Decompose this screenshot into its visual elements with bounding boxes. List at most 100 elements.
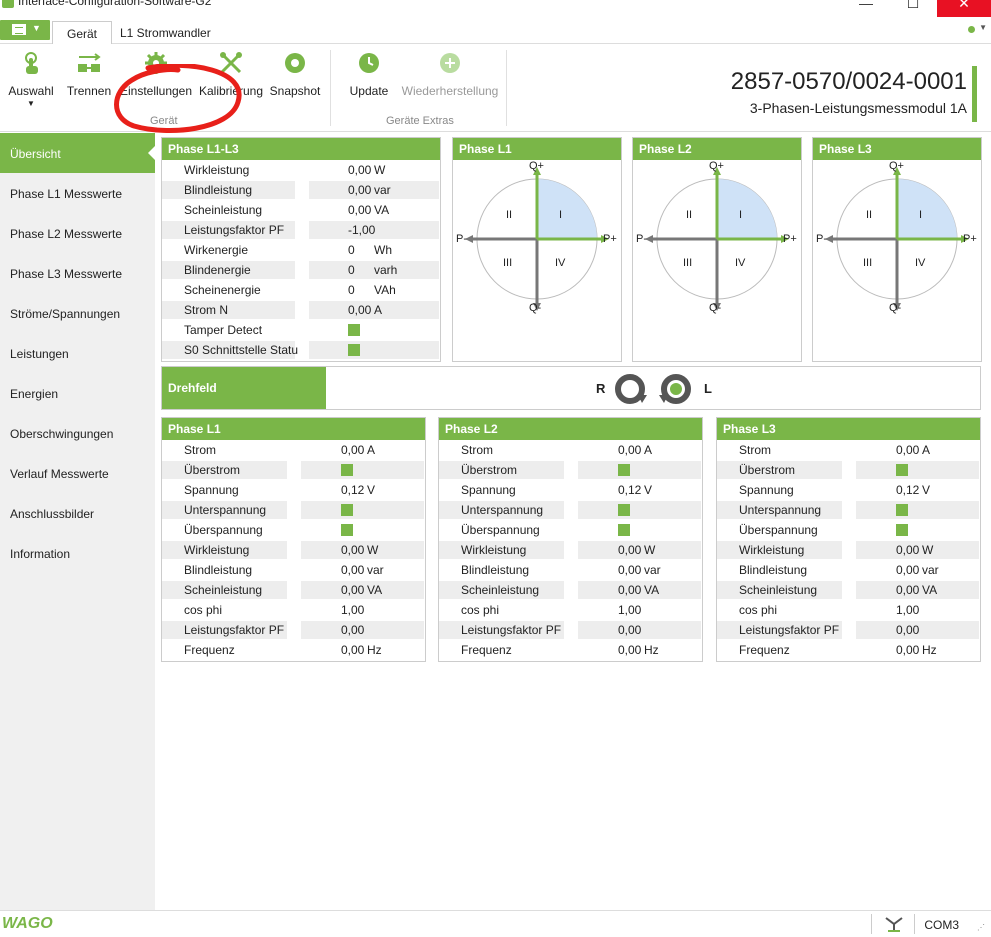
phase-row-unit: Hz [367, 643, 382, 657]
phase-row-label: cos phi [184, 603, 223, 617]
phase-row-value: 0,00 [341, 543, 365, 557]
sidebar-item-phase-l1-messwerte[interactable]: Phase L1 Messwerte [0, 173, 155, 213]
phase-detail-panel: Phase L1 Strom 0,00 A Überstrom Spannung 0,12 V… [161, 417, 426, 662]
summary-row-value: 0,00 [348, 303, 372, 317]
phase-row: Frequenz 0,00 Hz [162, 640, 425, 660]
close-button[interactable]: ✕ [937, 0, 991, 17]
value-background [856, 501, 979, 519]
summary-row-value: -1,00 [348, 223, 376, 237]
sidebar-item-phase-l2-messwerte[interactable]: Phase L2 Messwerte [0, 213, 155, 253]
phase-row-value: 0,00 [618, 443, 642, 457]
phase-row-label: Unterspannung [739, 503, 822, 517]
phase-row-unit: A [922, 443, 931, 457]
group-label-geraet: Gerät [150, 115, 178, 127]
phase-row: Überspannung [439, 520, 702, 540]
phase-row-unit: V [922, 483, 931, 497]
update-button[interactable]: Update [344, 50, 394, 98]
status-separator [871, 914, 872, 934]
phase-row: Spannung 0,12 V [439, 480, 702, 500]
quadrant-panel: Phase L3 Q+ Q- P- P+ II I III IV [812, 137, 982, 362]
snapshot-label: Snapshot [269, 84, 321, 98]
quadrant-iii-label: III [683, 257, 693, 269]
phase-row: Leistungsfaktor PF 0,00 [439, 620, 702, 640]
status-indicator [341, 524, 353, 536]
trennen-button[interactable]: Trennen [64, 50, 114, 98]
ribbon-collapse-icon[interactable]: ▼ [979, 23, 987, 32]
sidebar-item-oberschwingungen[interactable]: Oberschwingungen [0, 413, 155, 453]
phase-row-value: 0,12 [618, 483, 642, 497]
quadrant-iv-label: IV [735, 257, 746, 269]
sidebar-item-information[interactable]: Information [0, 533, 155, 573]
phase-row: Blindleistung 0,00 var [717, 560, 980, 580]
summary-row-label: Scheinenergie [184, 283, 261, 297]
sidebar-item-phase-l3-messwerte[interactable]: Phase L3 Messwerte [0, 253, 155, 293]
kalibrierung-button[interactable]: Kalibrierung [198, 50, 264, 98]
p-minus-label: P- [456, 233, 467, 245]
phase-row-value: 1,00 [341, 603, 365, 617]
summary-row-label: S0 Schnittstelle Statu [184, 343, 299, 357]
p-minus-label: P- [636, 233, 647, 245]
phase-row-value: 0,00 [341, 583, 365, 597]
sidebar-item-anschlussbilder[interactable]: Anschlussbilder [0, 493, 155, 533]
minimize-button[interactable]: — [843, 0, 889, 17]
q-minus-label: Q- [709, 302, 722, 314]
phase-row-unit: Hz [644, 643, 659, 657]
phase-row-value: 0,00 [341, 623, 365, 637]
wiederherstellung-button[interactable]: Wiederherstellung [400, 50, 500, 98]
usb-connection-icon [885, 917, 903, 932]
trennen-label: Trennen [66, 84, 112, 98]
sidebar-item-leistungen[interactable]: Leistungen [0, 333, 155, 373]
phase-row: Blindleistung 0,00 var [162, 560, 425, 580]
phase-row-label: Scheinleistung [739, 583, 818, 597]
sidebar-item-verlauf-messwerte[interactable]: Verlauf Messwerte [0, 453, 155, 493]
tab-geraet[interactable]: Gerät [52, 21, 113, 45]
summary-row: Leistungsfaktor PF -1,00 [162, 220, 440, 240]
phase-row-label: Frequenz [184, 643, 235, 657]
sidebar-item-uebersicht[interactable]: Übersicht [0, 133, 156, 173]
quadrant-ii-label: II [506, 209, 513, 221]
app-icon [2, 0, 14, 8]
phase-row: Spannung 0,12 V [162, 480, 425, 500]
phase-row-label: Frequenz [739, 643, 790, 657]
phase-row-label: Wirkleistung [739, 543, 805, 557]
q-minus-label: Q- [529, 302, 542, 314]
phase-row-label: Überstrom [461, 463, 518, 477]
phase-row-label: Scheinleistung [184, 583, 263, 597]
summary-row-unit: VA [374, 203, 390, 217]
summary-row: Wirkleistung 0,00 W [162, 160, 440, 180]
auswahl-button[interactable]: Auswahl ▼ [6, 50, 56, 108]
phase-row-value: 0,00 [618, 623, 642, 637]
phase-row-label: Leistungsfaktor PF [739, 623, 840, 637]
phase-row: Frequenz 0,00 Hz [717, 640, 980, 660]
summary-row-value: 0 [348, 263, 355, 277]
phase-row-label: Wirkleistung [184, 543, 250, 557]
phase-row-value: 0,00 [341, 563, 365, 577]
phase-row: Überspannung [162, 520, 425, 540]
quadrant-panel-title: Phase L2 [633, 138, 801, 160]
summary-row-value: 0,00 [348, 163, 372, 177]
phase-row: Unterspannung [162, 500, 425, 520]
phase-row-label: Strom [739, 443, 772, 457]
phase-row-unit: Hz [922, 643, 937, 657]
maximize-button[interactable]: ☐ [890, 0, 936, 17]
phase-row-unit: VA [644, 583, 660, 597]
ribbon: Auswahl ▼ Trennen Einstellungen Kalibrie… [0, 44, 991, 133]
phase-row: Scheinleistung 0,00 VA [162, 580, 425, 600]
application-menu-button[interactable]: ▼ [0, 20, 50, 40]
phase-row: Wirkleistung 0,00 W [439, 540, 702, 560]
phase-row-value: 0,00 [896, 443, 920, 457]
phase-row-label: Spannung [739, 483, 794, 497]
phase-row: Blindleistung 0,00 var [439, 560, 702, 580]
window-title: Interface-Configuration-Software-G2 [18, 0, 212, 8]
resize-grip-icon[interactable]: ⋰ [977, 923, 985, 932]
phase-row: Überstrom [439, 460, 702, 480]
sidebar-item-energien[interactable]: Energien [0, 373, 155, 413]
einstellungen-button[interactable]: Einstellungen [118, 50, 194, 98]
snapshot-button[interactable]: Snapshot [268, 50, 322, 98]
phase-row: Scheinleistung 0,00 VA [717, 580, 980, 600]
sidebar-item-stroeme-spannungen[interactable]: Ströme/Spannungen [0, 293, 155, 333]
tab-l1-stromwandler[interactable]: L1 Stromwandler [106, 21, 225, 45]
status-indicator [896, 464, 908, 476]
phase-row-label: Überstrom [184, 463, 241, 477]
disconnect-icon [78, 53, 101, 72]
